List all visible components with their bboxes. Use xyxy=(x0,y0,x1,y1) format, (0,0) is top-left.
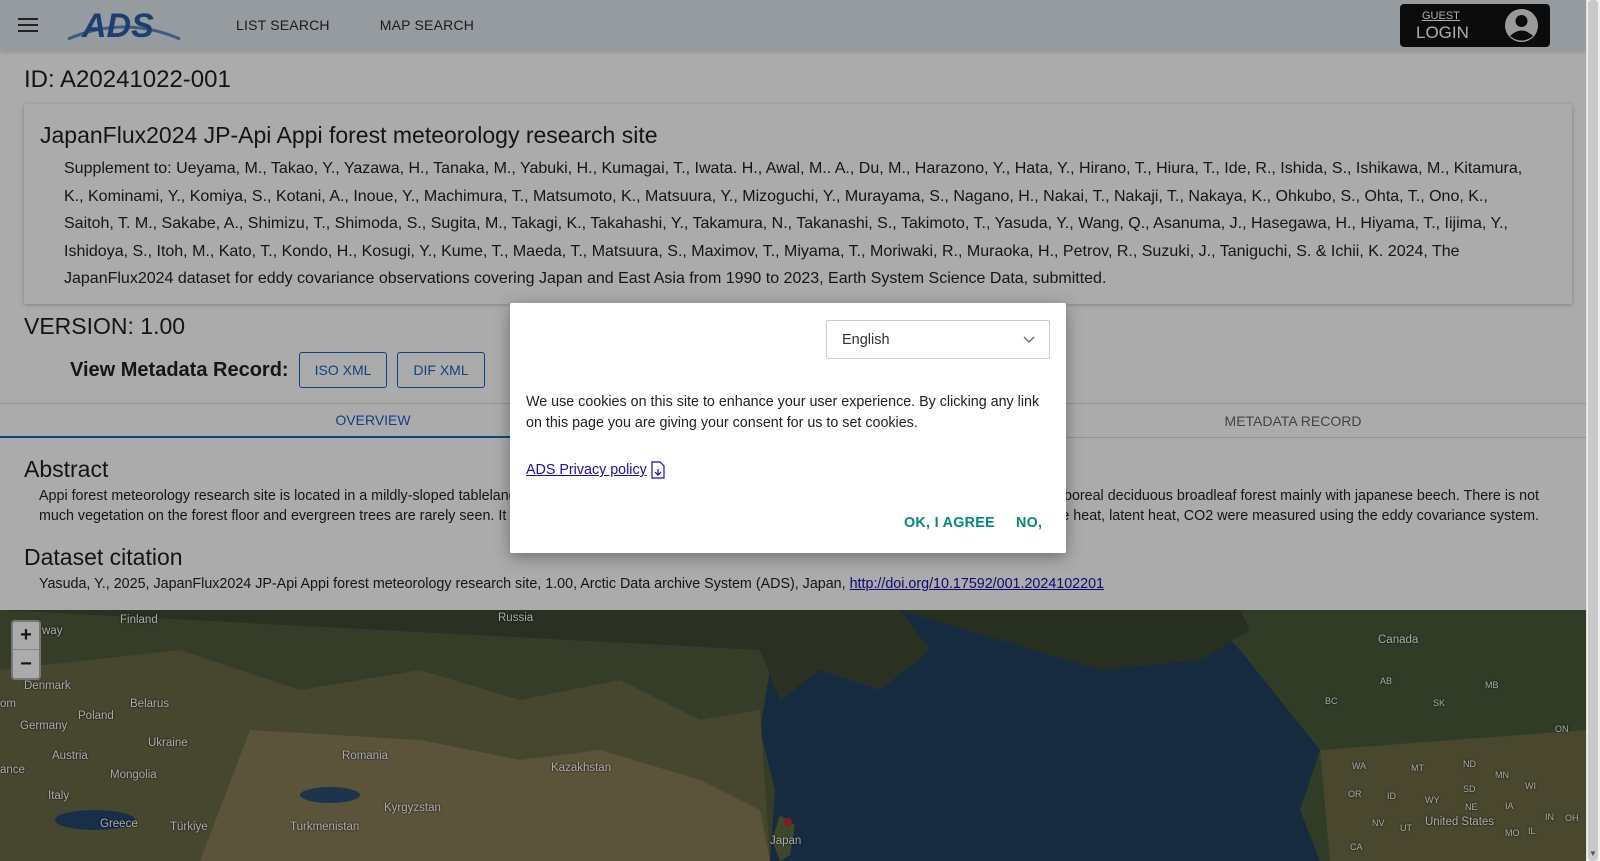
scroll-down-arrow-icon[interactable]: ▼ xyxy=(1588,849,1598,859)
cookie-consent-text: We use cookies on this site to enhance y… xyxy=(526,394,1040,431)
language-select[interactable]: English xyxy=(826,320,1050,359)
decline-button[interactable]: NO, xyxy=(1016,515,1042,531)
cookie-consent-dialog: English We use cookies on this site to e… xyxy=(510,303,1066,553)
agree-button[interactable]: OK, I AGREE xyxy=(904,515,995,531)
pdf-download-icon xyxy=(651,461,665,479)
chevron-down-icon xyxy=(1023,336,1035,343)
scrollbar-thumb[interactable] xyxy=(1588,0,1598,861)
language-select-value: English xyxy=(842,331,890,348)
privacy-policy-link[interactable]: ADS Privacy policy xyxy=(526,461,666,479)
page-scrollbar[interactable]: ▼ xyxy=(1586,0,1600,861)
privacy-policy-label: ADS Privacy policy xyxy=(526,462,647,478)
